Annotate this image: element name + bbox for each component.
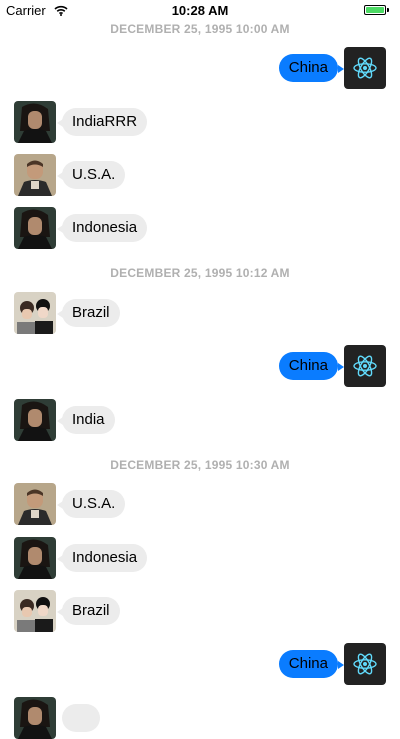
avatar[interactable] — [14, 207, 56, 249]
outgoing-message-row: China — [0, 47, 400, 89]
avatar[interactable] — [14, 590, 56, 632]
incoming-message-row: U.S.A. — [0, 483, 400, 525]
incoming-message-row: Brazil — [0, 590, 400, 632]
message-bubble[interactable]: Indonesia — [62, 214, 148, 242]
date-separator: DECEMBER 25, 1995 10:00 AM — [110, 22, 290, 36]
incoming-message-row: Brazil — [0, 292, 400, 334]
avatar[interactable] — [14, 483, 56, 525]
outgoing-message-row: China — [0, 345, 400, 387]
incoming-message-row: IndiaRRR — [0, 101, 400, 143]
message-bubble[interactable]: Brazil — [62, 299, 120, 327]
react-logo-icon[interactable] — [344, 643, 386, 685]
avatar[interactable] — [14, 399, 56, 441]
message-bubble[interactable]: IndiaRRR — [62, 108, 148, 136]
date-separator: DECEMBER 25, 1995 10:30 AM — [110, 458, 290, 472]
incoming-message-row: Indonesia — [0, 537, 400, 579]
avatar[interactable] — [14, 292, 56, 334]
bubble-tail — [338, 65, 344, 73]
message-bubble[interactable]: China — [278, 650, 338, 678]
message-bubble[interactable]: China — [278, 54, 338, 82]
bubble-tail — [338, 363, 344, 371]
avatar[interactable] — [14, 154, 56, 196]
message-list[interactable]: DECEMBER 25, 1995 10:00 AM China IndiaRRR U… — [0, 0, 400, 739]
incoming-message-row: U.S.A. — [0, 154, 400, 196]
message-bubble[interactable] — [62, 704, 100, 732]
react-logo-icon[interactable] — [344, 47, 386, 89]
message-bubble[interactable]: U.S.A. — [62, 490, 126, 518]
message-bubble[interactable]: Indonesia — [62, 544, 148, 572]
date-separator: DECEMBER 25, 1995 10:12 AM — [110, 266, 290, 280]
message-bubble[interactable]: Brazil — [62, 597, 120, 625]
message-bubble[interactable]: China — [278, 352, 338, 380]
outgoing-message-row: China — [0, 643, 400, 685]
avatar[interactable] — [14, 697, 56, 739]
react-logo-icon[interactable] — [344, 345, 386, 387]
incoming-message-row: India — [0, 399, 400, 441]
message-bubble[interactable]: India — [62, 406, 115, 434]
incoming-message-row — [0, 697, 400, 739]
message-bubble[interactable]: U.S.A. — [62, 161, 126, 189]
incoming-message-row: Indonesia — [0, 207, 400, 249]
bubble-tail — [338, 661, 344, 669]
avatar[interactable] — [14, 537, 56, 579]
avatar[interactable] — [14, 101, 56, 143]
